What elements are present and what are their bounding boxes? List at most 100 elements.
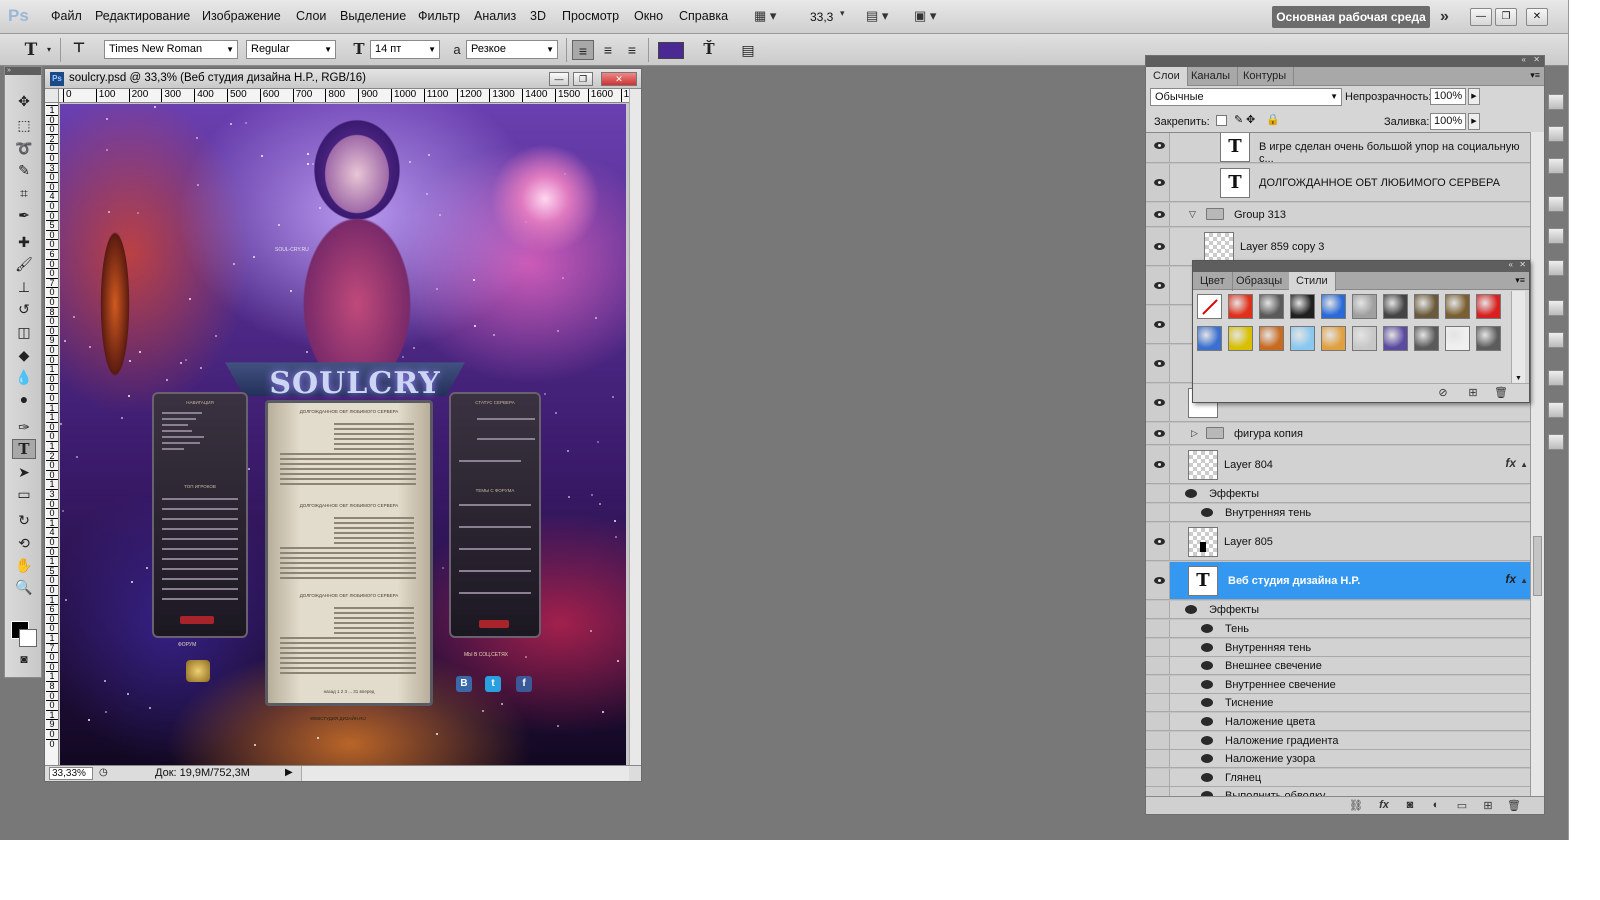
paint-bucket-tool-icon[interactable]: ◆: [12, 345, 36, 365]
visibility-eye-icon[interactable]: [1152, 319, 1168, 331]
pen-tool-icon[interactable]: ✑: [12, 417, 36, 437]
menu-3d[interactable]: 3D: [530, 9, 546, 23]
style-swatch[interactable]: [1228, 294, 1253, 319]
blend-mode-select[interactable]: Обычные ▼: [1150, 88, 1342, 106]
eyedropper-tool-icon[interactable]: ✒: [12, 205, 36, 225]
tab-color[interactable]: Цвет: [1193, 272, 1233, 291]
tab-styles[interactable]: Стили: [1289, 272, 1336, 291]
effect-row[interactable]: Внутренняя тень: [1146, 504, 1530, 522]
new-layer-icon[interactable]: ⊞: [1480, 799, 1496, 813]
antialias-select[interactable]: Резкое ▼: [466, 40, 558, 59]
effects-eye-icon[interactable]: [1185, 489, 1197, 498]
effect-eye-icon[interactable]: [1201, 624, 1213, 633]
align-center-icon[interactable]: ≡: [597, 40, 619, 60]
hand-tool-icon[interactable]: ✋: [12, 555, 36, 575]
healing-brush-tool-icon[interactable]: ✚: [12, 232, 36, 252]
visibility-eye-icon[interactable]: [1152, 280, 1168, 292]
effect-eye-icon[interactable]: [1201, 642, 1213, 652]
panel-icon[interactable]: [1548, 228, 1564, 244]
lasso-tool-icon[interactable]: ➰: [12, 138, 36, 158]
tab-paths[interactable]: Контуры: [1236, 67, 1295, 86]
horizontal-scrollbar[interactable]: [301, 766, 629, 781]
visibility-eye-icon[interactable]: [1152, 459, 1168, 471]
style-swatch[interactable]: [1476, 326, 1501, 351]
panel-menu-icon[interactable]: ▾≡: [1515, 275, 1525, 286]
add-style-icon[interactable]: fx: [1376, 799, 1392, 813]
tab-layers[interactable]: Слои: [1146, 67, 1188, 86]
style-swatch[interactable]: [1414, 294, 1439, 319]
effect-row[interactable]: Наложение цвета: [1146, 713, 1530, 731]
doc-close-button[interactable]: ✕: [601, 72, 637, 86]
style-swatch[interactable]: [1259, 294, 1284, 319]
vertical-scrollbar[interactable]: [629, 89, 641, 765]
style-swatch[interactable]: [1290, 326, 1315, 351]
clear-style-icon[interactable]: ⊘: [1435, 386, 1451, 400]
effect-eye-icon[interactable]: [1201, 508, 1213, 517]
arrange-documents-icon[interactable]: ▤ ▾: [866, 8, 906, 26]
layers-scrollbar[interactable]: [1530, 132, 1544, 796]
lock-position-icon[interactable]: ✥: [1246, 113, 1255, 126]
style-swatch[interactable]: [1445, 326, 1470, 351]
style-swatch[interactable]: [1383, 294, 1408, 319]
style-swatch[interactable]: [1445, 294, 1470, 319]
align-left-icon[interactable]: ≡: [572, 40, 594, 60]
style-swatch[interactable]: [1352, 326, 1377, 351]
visibility-eye-icon[interactable]: [1152, 428, 1168, 440]
panel-icon[interactable]: [1548, 332, 1564, 348]
effect-row[interactable]: Выполнить обводку: [1146, 787, 1530, 796]
text-color-swatch[interactable]: [658, 42, 684, 59]
layer-row[interactable]: Layer 804 fx ▲: [1146, 446, 1530, 484]
panel-icon[interactable]: [1548, 158, 1564, 174]
effects-eye-icon[interactable]: [1185, 605, 1197, 614]
effect-eye-icon[interactable]: [1201, 661, 1213, 671]
scroll-thumb[interactable]: [1533, 536, 1542, 596]
style-swatch[interactable]: [1476, 294, 1501, 319]
zoom-tool-icon[interactable]: 🔍: [12, 577, 36, 597]
style-swatch[interactable]: [1383, 326, 1408, 351]
restore-button[interactable]: ❐: [1495, 8, 1517, 26]
style-swatch[interactable]: [1414, 326, 1439, 351]
visibility-eye-icon[interactable]: [1152, 536, 1168, 548]
adjustment-layer-icon[interactable]: ◐: [1428, 799, 1444, 813]
close-panel-icon[interactable]: ✕: [1519, 260, 1526, 269]
link-layers-icon[interactable]: ⛓: [1348, 799, 1364, 813]
menu-select[interactable]: Выделение: [340, 9, 406, 23]
lock-all-icon[interactable]: 🔒: [1266, 113, 1280, 126]
panel-icon[interactable]: [1548, 196, 1564, 212]
menu-layers[interactable]: Слои: [296, 9, 326, 23]
status-info-icon[interactable]: ◷: [99, 767, 108, 778]
layer-group-row[interactable]: ▽ Group 313: [1146, 203, 1530, 227]
clone-stamp-tool-icon[interactable]: ⊥: [12, 277, 36, 297]
group-expanded-icon[interactable]: ▽: [1189, 209, 1196, 220]
3d-rotate-tool-icon[interactable]: ↻: [12, 510, 36, 530]
layer-row[interactable]: T В игре сделан очень большой упор на со…: [1146, 133, 1530, 165]
align-right-icon[interactable]: ≡: [621, 40, 643, 60]
blur-tool-icon[interactable]: 💧: [12, 367, 36, 387]
doc-minimize-button[interactable]: —: [549, 72, 569, 86]
effect-row[interactable]: Глянец: [1146, 768, 1530, 787]
lock-transparency-icon[interactable]: [1216, 115, 1227, 126]
brush-tool-icon[interactable]: 🖌: [12, 254, 36, 274]
visibility-eye-icon[interactable]: [1152, 575, 1168, 587]
panel-menu-icon[interactable]: ▾≡: [1530, 70, 1540, 81]
eraser-tool-icon[interactable]: ◫: [12, 322, 36, 342]
close-button[interactable]: ✕: [1526, 8, 1548, 26]
menu-file[interactable]: Файл: [51, 9, 82, 23]
layer-group-row[interactable]: ▷ фигура копия: [1146, 423, 1530, 445]
marquee-tool-icon[interactable]: ⬚: [12, 115, 36, 135]
tab-swatches[interactable]: Образцы: [1229, 272, 1291, 291]
delete-layer-icon[interactable]: 🗑: [1506, 799, 1522, 813]
effect-eye-icon[interactable]: [1201, 717, 1213, 726]
font-size-select[interactable]: 14 пт ▼: [370, 40, 440, 59]
collapse-panel-icon[interactable]: «: [1522, 55, 1526, 64]
style-swatch[interactable]: [1197, 294, 1222, 319]
status-zoom[interactable]: 33,33%: [49, 767, 93, 780]
style-swatch[interactable]: [1321, 326, 1346, 351]
style-swatch[interactable]: [1290, 294, 1315, 319]
close-panel-icon[interactable]: ✕: [1533, 55, 1540, 64]
fx-badge[interactable]: fx: [1505, 456, 1516, 470]
visibility-eye-icon[interactable]: [1152, 358, 1168, 370]
status-menu-arrow-icon[interactable]: ▶: [285, 767, 293, 778]
style-swatch[interactable]: [1352, 294, 1377, 319]
layer-row-selected[interactable]: T Веб студия дизайна H.P. fx ▲: [1146, 562, 1530, 600]
